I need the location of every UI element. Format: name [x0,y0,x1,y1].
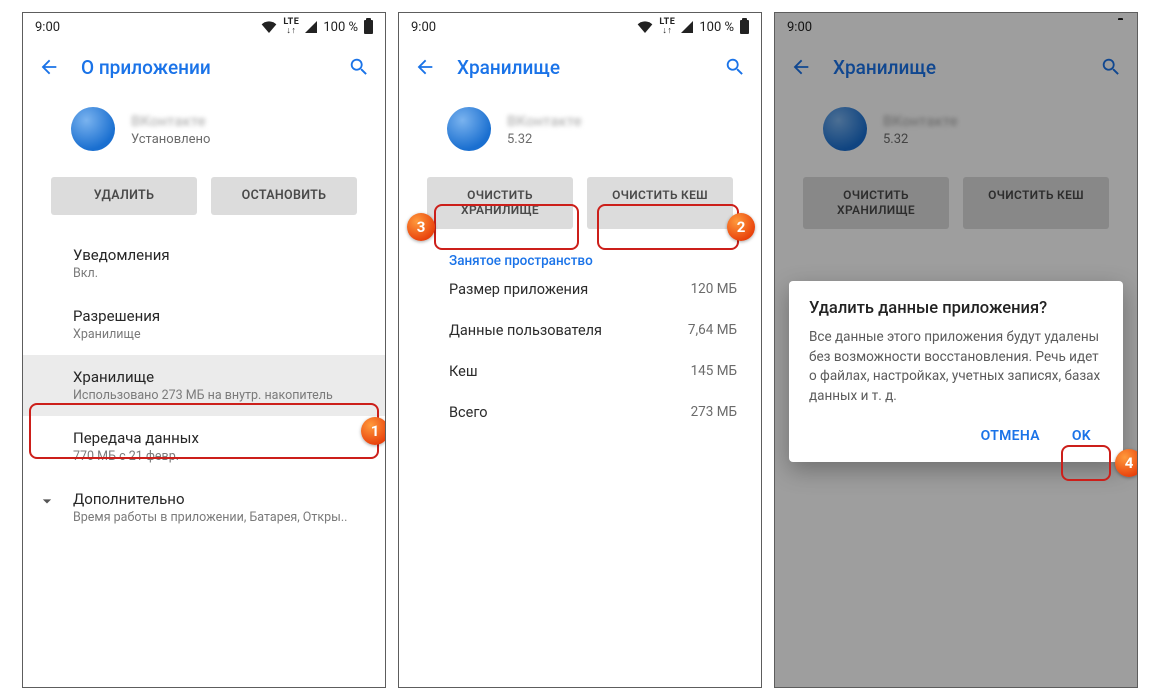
app-header: ВКонтакте 5.32 [775,93,1137,169]
battery-label: 100 % [323,20,358,35]
clear-storage-button[interactable]: ОЧИСТИТЬ ХРАНИЛИЩЕ [803,177,949,229]
back-icon[interactable] [35,53,63,81]
status-bar: 9:00 LTE↓↑ 100 % [775,13,1137,41]
wifi-icon [261,21,277,33]
app-header: ВКонтакте Установлено [23,93,385,169]
row-user-data: Данные пользователя7,64 МБ [399,310,761,351]
page-title: О приложении [81,56,327,79]
row-sub: Вкл. [73,266,365,281]
row-label: Разрешения [73,307,365,325]
section-label: Занятое пространство [399,247,761,269]
dialog-ok-button[interactable]: OK [1060,420,1103,452]
dialog-body: Все данные этого приложения будут удален… [809,328,1103,406]
row-app-size: Размер приложения120 МБ [399,269,761,310]
screen-app-info: 9:00 LTE↓↑ 100 % О приложении ВКонтакте … [22,12,386,688]
status-bar: 9:00 LTE↓↑ 100 % [23,13,385,41]
back-icon[interactable] [411,53,439,81]
row-total: Всего273 МБ [399,392,761,433]
row-sub: Хранилище [73,327,365,342]
row-label: Уведомления [73,246,365,264]
uninstall-button[interactable]: УДАЛИТЬ [51,177,197,215]
row-label: Передача данных [73,429,365,447]
row-sub: 770 МБ с 21 февр. [73,449,365,464]
app-header: ВКонтакте 5.32 [399,93,761,169]
page-title: Хранилище [457,56,703,79]
network-label: LTE↓↑ [283,18,299,36]
status-bar: 9:00 LTE↓↑ 100 % [399,13,761,41]
status-time: 9:00 [35,20,60,35]
screen-storage: 9:00 LTE↓↑ 100 % Хранилище ВКонтакте 5.3… [398,12,762,688]
battery-label: 100 % [699,20,734,35]
signal-icon [681,21,693,33]
app-bar: О приложении [23,41,385,93]
wifi-icon [637,21,653,33]
screen-dialog: 9:00 LTE↓↑ 100 % Хранилище ВКонтакте 5.3… [774,12,1138,688]
battery-label: 100 % [1075,20,1110,35]
app-subtitle: 5.32 [883,132,958,147]
row-cache: Кеш145 МБ [399,351,761,392]
battery-icon [364,20,373,34]
app-bar: Хранилище [775,41,1137,93]
callout-1: 1 [361,417,386,445]
row-label: Дополнительно [73,490,365,508]
callout-2: 2 [727,213,755,241]
row-storage[interactable]: Хранилище Использовано 273 МБ на внутр. … [23,355,385,416]
app-avatar [447,107,491,151]
confirm-dialog: Удалить данные приложения? Все данные эт… [789,281,1123,462]
clear-cache-button[interactable]: ОЧИСТИТЬ КЕШ [963,177,1109,229]
row-sub: Использовано 273 МБ на внутр. накопитель [73,388,365,403]
signal-icon [305,21,317,33]
battery-icon [740,20,749,34]
callout-3: 3 [407,213,435,241]
app-subtitle: 5.32 [507,132,582,147]
app-bar: Хранилище [399,41,761,93]
clear-storage-button[interactable]: ОЧИСТИТЬ ХРАНИЛИЩЕ [427,177,573,229]
signal-icon [1057,21,1069,33]
force-stop-button[interactable]: ОСТАНОВИТЬ [211,177,357,215]
back-icon[interactable] [787,53,815,81]
row-label: Хранилище [73,368,365,386]
app-subtitle: Установлено [131,132,210,147]
app-name: ВКонтакте [131,112,210,130]
wifi-icon [1013,21,1029,33]
page-title: Хранилище [833,56,1079,79]
app-name: ВКонтакте [883,112,958,130]
search-icon[interactable] [1097,53,1125,81]
row-permissions[interactable]: Разрешения Хранилище [23,294,385,355]
search-icon[interactable] [721,53,749,81]
status-time: 9:00 [787,20,812,35]
network-label: LTE↓↑ [1035,18,1051,36]
search-icon[interactable] [345,53,373,81]
dialog-cancel-button[interactable]: ОТМЕНА [969,420,1052,452]
row-advanced[interactable]: Дополнительно Время работы в приложении,… [23,477,385,538]
clear-cache-button[interactable]: ОЧИСТИТЬ КЕШ [587,177,733,229]
row-data-usage[interactable]: Передача данных 770 МБ с 21 февр. [23,416,385,477]
network-label: LTE↓↑ [659,18,675,36]
chevron-down-icon [37,491,57,515]
battery-icon [1116,20,1125,34]
dialog-title: Удалить данные приложения? [809,299,1103,318]
callout-4: 4 [1115,449,1138,477]
row-notifications[interactable]: Уведомления Вкл. [23,233,385,294]
app-avatar [71,107,115,151]
row-sub: Время работы в приложении, Батарея, Откр… [73,510,365,525]
app-avatar [823,107,867,151]
status-time: 9:00 [411,20,436,35]
app-name: ВКонтакте [507,112,582,130]
